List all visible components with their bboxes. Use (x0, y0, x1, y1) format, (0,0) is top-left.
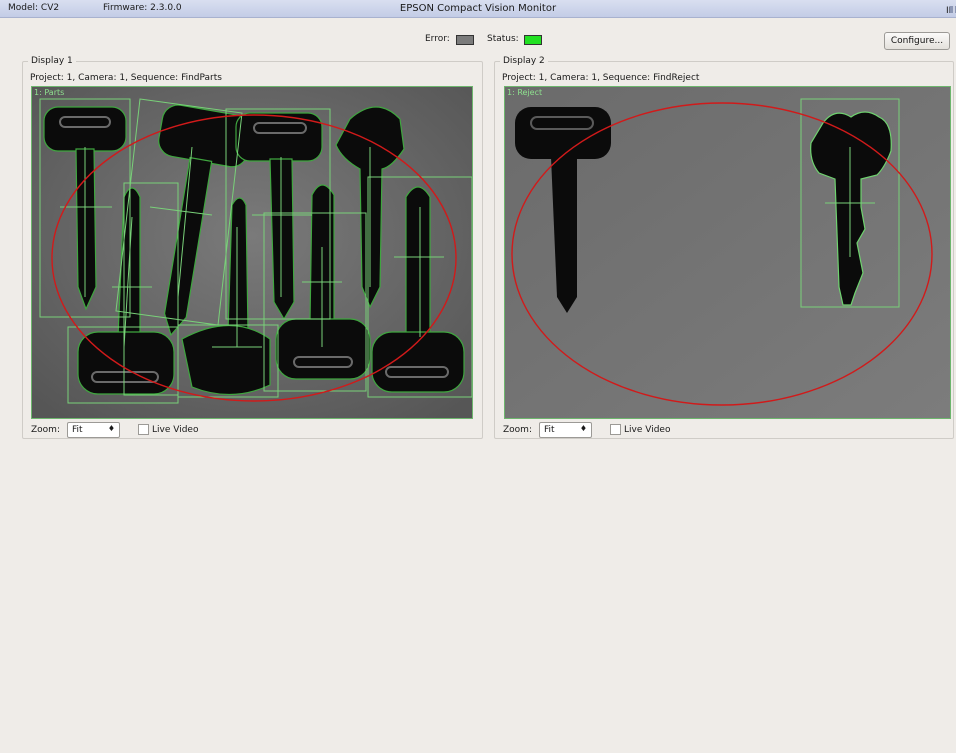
display-1-zoom-label: Zoom: (31, 425, 60, 435)
display-1-live-video-checkbox[interactable] (138, 424, 149, 435)
display-2-zoom-label: Zoom: (503, 425, 532, 435)
display-1-zoom-select[interactable]: Fit ♦ (67, 422, 120, 438)
title-bar: Model: CV2 Firmware: 2.3.0.0 EPSON Compa… (0, 0, 956, 18)
status-indicator (524, 35, 542, 45)
configure-button[interactable]: Configure... (884, 32, 950, 50)
spin-arrows-icon: ♦ (579, 424, 587, 433)
display-1-panel: Display 1 Project: 1, Camera: 1, Sequenc… (22, 56, 483, 439)
display-2-overlay-label: 1: Reject (507, 88, 543, 97)
display-1-title: Display 1 (28, 56, 76, 66)
display-2-image[interactable]: 1: Reject (504, 86, 951, 419)
status-label: Status: (487, 34, 519, 44)
display-2-live-video-label[interactable]: Live Video (624, 425, 670, 435)
display-1-info: Project: 1, Camera: 1, Sequence: FindPar… (30, 73, 222, 83)
display-1-live-video-label[interactable]: Live Video (152, 425, 198, 435)
error-label: Error: (425, 34, 450, 44)
display-1-image[interactable]: 1: Parts (31, 86, 473, 419)
spin-arrows-icon: ♦ (107, 424, 115, 433)
display-1-zoom-value: Fit (72, 425, 83, 435)
display-2-zoom-row: Zoom: Fit ♦ Live Video (503, 422, 943, 438)
ip-address-redacted (950, 6, 956, 13)
display-2-info: Project: 1, Camera: 1, Sequence: FindRej… (502, 73, 700, 83)
window-title: EPSON Compact Vision Monitor (399, 3, 557, 14)
display-1-camera-view (32, 87, 472, 418)
display-2-camera-view (505, 87, 950, 418)
display-2-title: Display 2 (500, 56, 548, 66)
display-1-zoom-row: Zoom: Fit ♦ Live Video (31, 422, 471, 438)
display-1-overlay-label: 1: Parts (34, 88, 65, 97)
display-2-panel: Display 2 Project: 1, Camera: 1, Sequenc… (494, 56, 954, 439)
display-2-zoom-select[interactable]: Fit ♦ (539, 422, 592, 438)
error-indicator (456, 35, 474, 45)
display-2-live-video-checkbox[interactable] (610, 424, 621, 435)
display-2-zoom-value: Fit (544, 425, 555, 435)
